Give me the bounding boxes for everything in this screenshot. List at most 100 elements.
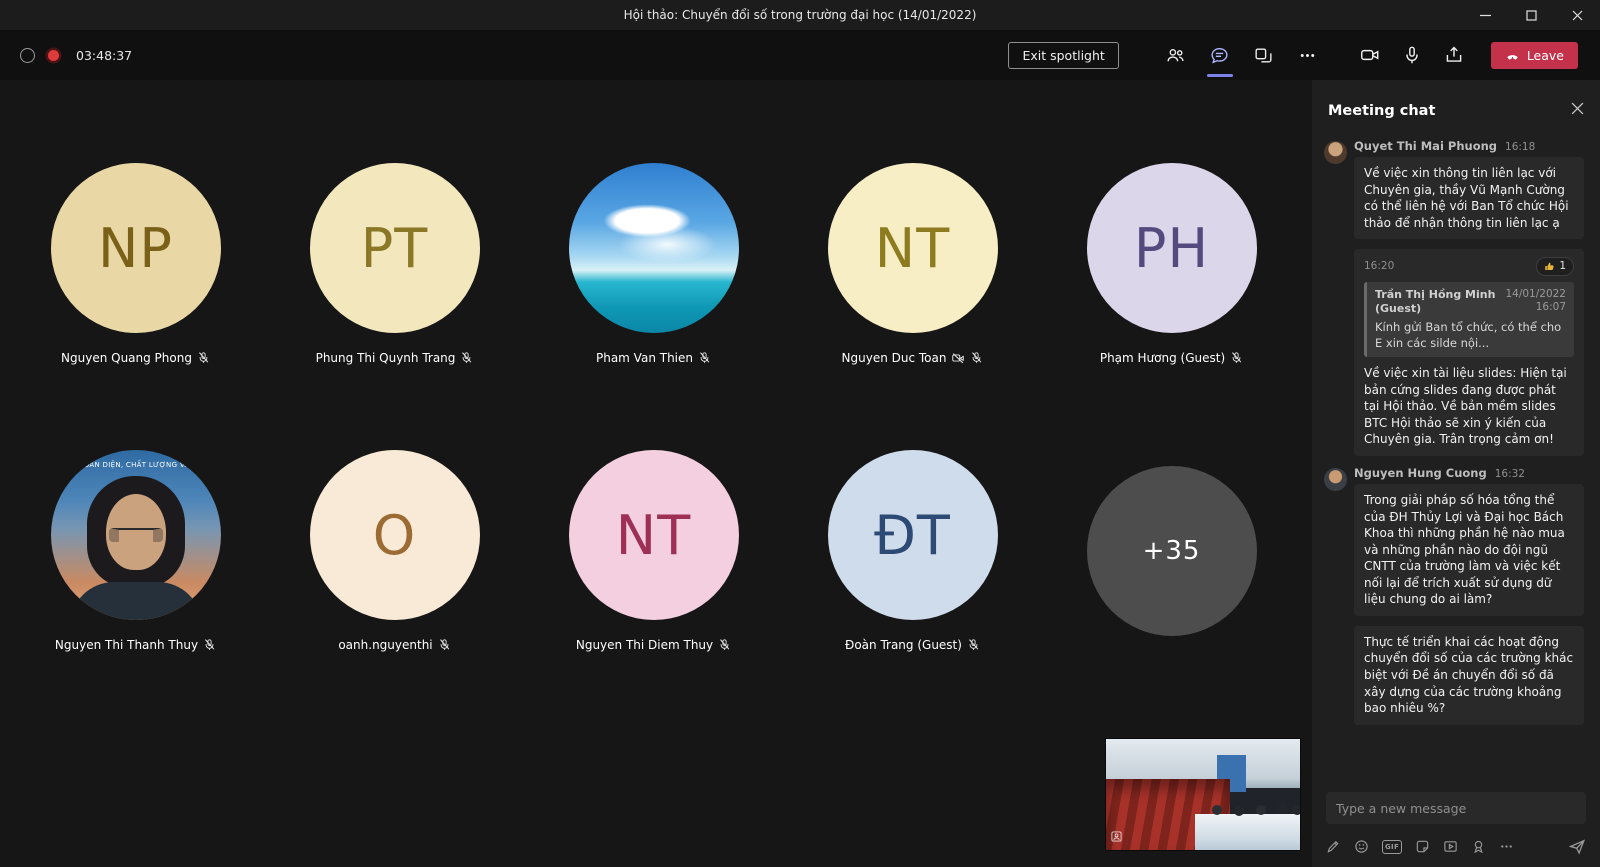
participant-avatar: NT bbox=[569, 450, 739, 620]
quote-timestamp: 14/01/202216:07 bbox=[1505, 288, 1566, 317]
participant-photo bbox=[569, 163, 739, 333]
maximize-icon[interactable] bbox=[1508, 0, 1554, 30]
quote-date: 14/01/2022 bbox=[1505, 288, 1566, 302]
message-text: Về việc xin tài liệu slides: Hiện tại bả… bbox=[1364, 365, 1574, 448]
exit-spotlight-button[interactable]: Exit spotlight bbox=[1008, 42, 1118, 69]
participant-tile[interactable]: Pham Van Thien bbox=[524, 163, 783, 366]
quote-time: 16:07 bbox=[1505, 301, 1566, 315]
chat-close-icon[interactable] bbox=[1571, 102, 1584, 119]
message-bubble: Trong giải pháp số hóa tổng thể của ĐH T… bbox=[1354, 484, 1584, 616]
message-author: Nguyen Hung Cuong bbox=[1354, 466, 1487, 480]
praise-icon[interactable] bbox=[1471, 839, 1486, 854]
stream-icon[interactable] bbox=[1443, 839, 1458, 854]
rooms-icon[interactable] bbox=[1253, 44, 1275, 66]
reaction-badge[interactable]: 1 bbox=[1536, 257, 1574, 275]
body bbox=[70, 582, 202, 620]
camera-icon[interactable] bbox=[1359, 44, 1381, 66]
participant-name: Phạm Hương (Guest) bbox=[1100, 351, 1225, 365]
mic-muted-icon bbox=[967, 638, 980, 651]
participant-tile[interactable]: PT Phung Thi Quynh Trang bbox=[265, 163, 524, 366]
message-meta: Quyet Thi Mai Phuong16:18 bbox=[1354, 139, 1584, 153]
close-icon[interactable] bbox=[1554, 0, 1600, 30]
message-bubble: Về việc xin thông tin liên lạc với Chuyê… bbox=[1354, 157, 1584, 239]
teams-meeting-window: Hội thảo: Chuyển đổi số trong trường đại… bbox=[0, 0, 1600, 867]
self-video-thumbnail[interactable] bbox=[1105, 738, 1301, 851]
chat-title: Meeting chat bbox=[1328, 103, 1435, 119]
chat-message: Thực tế triển khai các hoạt động chuyển … bbox=[1312, 626, 1600, 725]
mic-muted-icon bbox=[718, 638, 731, 651]
more-options-icon[interactable] bbox=[1297, 44, 1319, 66]
participant-name: Pham Van Thien bbox=[596, 351, 693, 365]
participants-icon[interactable] bbox=[1165, 44, 1187, 66]
participant-name-row: Nguyen Quang Phong bbox=[61, 349, 210, 366]
minimize-icon[interactable] bbox=[1462, 0, 1508, 30]
reaction-count: 1 bbox=[1559, 259, 1566, 273]
chat-message-body: Nguyen Hung Cuong 16:32 Trong giải pháp số… bbox=[1354, 466, 1584, 616]
mic-muted-icon bbox=[197, 351, 210, 364]
message-bubble: 16:20 1 Trần Thị Hồng Minh (Guest) 14/01/20… bbox=[1354, 249, 1584, 456]
participant-tile[interactable]: ĐTĐoàn Trang (Guest) bbox=[783, 450, 1042, 653]
mic-muted-icon bbox=[970, 351, 983, 364]
participant-name: Nguyen Quang Phong bbox=[61, 351, 192, 365]
avatar bbox=[1324, 468, 1347, 491]
participant-tile[interactable]: NTNguyen Duc Toan bbox=[783, 163, 1042, 366]
participant-tile[interactable]: DỤC TOÀN DIỆN, CHẤT LƯỢNG VÀ BÌNHNguyen … bbox=[6, 450, 265, 653]
chat-message: Nguyen Hung Cuong 16:32 Trong giải pháp số… bbox=[1312, 466, 1600, 616]
share-icon[interactable] bbox=[1443, 44, 1465, 66]
sticker-icon[interactable] bbox=[1415, 839, 1430, 854]
participant-name: Đoàn Trang (Guest) bbox=[845, 638, 962, 652]
chat-message-body: Thực tế triển khai các hoạt động chuyển … bbox=[1354, 626, 1584, 725]
message-time: 16:32 bbox=[1495, 468, 1525, 480]
quote-text: Kính gửi Ban tổ chức, có thể cho E xin c… bbox=[1375, 320, 1566, 351]
participant-tile[interactable]: NT Nguyen Thi Diem Thuy bbox=[524, 450, 783, 653]
message-text: Về việc xin thông tin liên lạc với Chuyê… bbox=[1364, 165, 1574, 231]
participant-name-row: oanh.nguyenthi bbox=[338, 636, 450, 653]
participant-avatar: PT bbox=[310, 163, 480, 333]
participant-name-row: Nguyen Thi Thanh Thuy bbox=[55, 636, 216, 653]
participant-name: Phung Thi Quynh Trang bbox=[316, 351, 456, 365]
chat-icon[interactable] bbox=[1209, 44, 1231, 66]
mic-muted-icon bbox=[698, 351, 711, 364]
glasses bbox=[109, 528, 163, 542]
quote-author: Trần Thị Hồng Minh (Guest) bbox=[1375, 288, 1497, 317]
chat-message-input[interactable] bbox=[1326, 792, 1586, 824]
mic-icon[interactable] bbox=[1401, 44, 1423, 66]
leave-button-label: Leave bbox=[1527, 48, 1564, 63]
message-author: Quyet Thi Mai Phuong bbox=[1354, 139, 1497, 153]
leave-button[interactable]: Leave bbox=[1491, 42, 1578, 69]
participant-name: oanh.nguyenthi bbox=[338, 638, 432, 652]
overflow-count: +35 bbox=[1087, 466, 1257, 636]
thumbnail-people bbox=[1278, 803, 1288, 813]
message-text: Trong giải pháp số hóa tổng thể của ĐH T… bbox=[1364, 492, 1574, 608]
participant-name: Nguyen Thi Thanh Thuy bbox=[55, 638, 198, 652]
thumbs-up-icon bbox=[1544, 261, 1555, 272]
meeting-stage: NP Nguyen Quang Phong PT Phung Thi Quynh Tr… bbox=[0, 80, 1312, 867]
meeting-toolbar: 03:48:37 Exit spotlight bbox=[0, 30, 1600, 80]
recording-indicator-icon bbox=[48, 50, 59, 61]
mic-muted-icon bbox=[203, 638, 216, 651]
mic-muted-icon bbox=[460, 351, 473, 364]
send-icon[interactable] bbox=[1569, 838, 1586, 855]
participant-tile[interactable]: NP Nguyen Quang Phong bbox=[6, 163, 265, 366]
participant-name: Nguyen Thi Diem Thuy bbox=[576, 638, 713, 652]
message-time: 16:20 bbox=[1364, 259, 1394, 273]
chat-message: Quyet Thi Mai Phuong16:18 Về việc xin thô… bbox=[1312, 139, 1600, 239]
shield-icon bbox=[20, 48, 35, 63]
participant-avatar: NP bbox=[51, 163, 221, 333]
participant-tile[interactable]: PHPhạm Hương (Guest) bbox=[1042, 163, 1301, 366]
format-icon[interactable] bbox=[1326, 839, 1341, 854]
message-bubble: Thực tế triển khai các hoạt động chuyển … bbox=[1354, 626, 1584, 725]
more-compose-icon[interactable] bbox=[1499, 839, 1514, 854]
mic-muted-icon bbox=[438, 638, 451, 651]
overflow-tile[interactable]: +35 bbox=[1042, 450, 1301, 653]
participant-tile[interactable]: Ooanh.nguyenthi bbox=[265, 450, 524, 653]
meeting-status: 03:48:37 bbox=[20, 48, 132, 63]
participant-name-row: Pham Van Thien bbox=[596, 349, 711, 366]
participant-name-row: Nguyen Duc Toan bbox=[842, 349, 984, 366]
thumbnail-table bbox=[1195, 814, 1300, 850]
emoji-icon[interactable] bbox=[1354, 839, 1369, 854]
participant-row: DỤC TOÀN DIỆN, CHẤT LƯỢNG VÀ BÌNHNguyen … bbox=[0, 450, 1312, 653]
participant-avatar: O bbox=[310, 450, 480, 620]
gif-icon[interactable]: GIF bbox=[1382, 840, 1402, 854]
chat-message-list[interactable]: Quyet Thi Mai Phuong16:18 Về việc xin thô… bbox=[1312, 135, 1600, 784]
